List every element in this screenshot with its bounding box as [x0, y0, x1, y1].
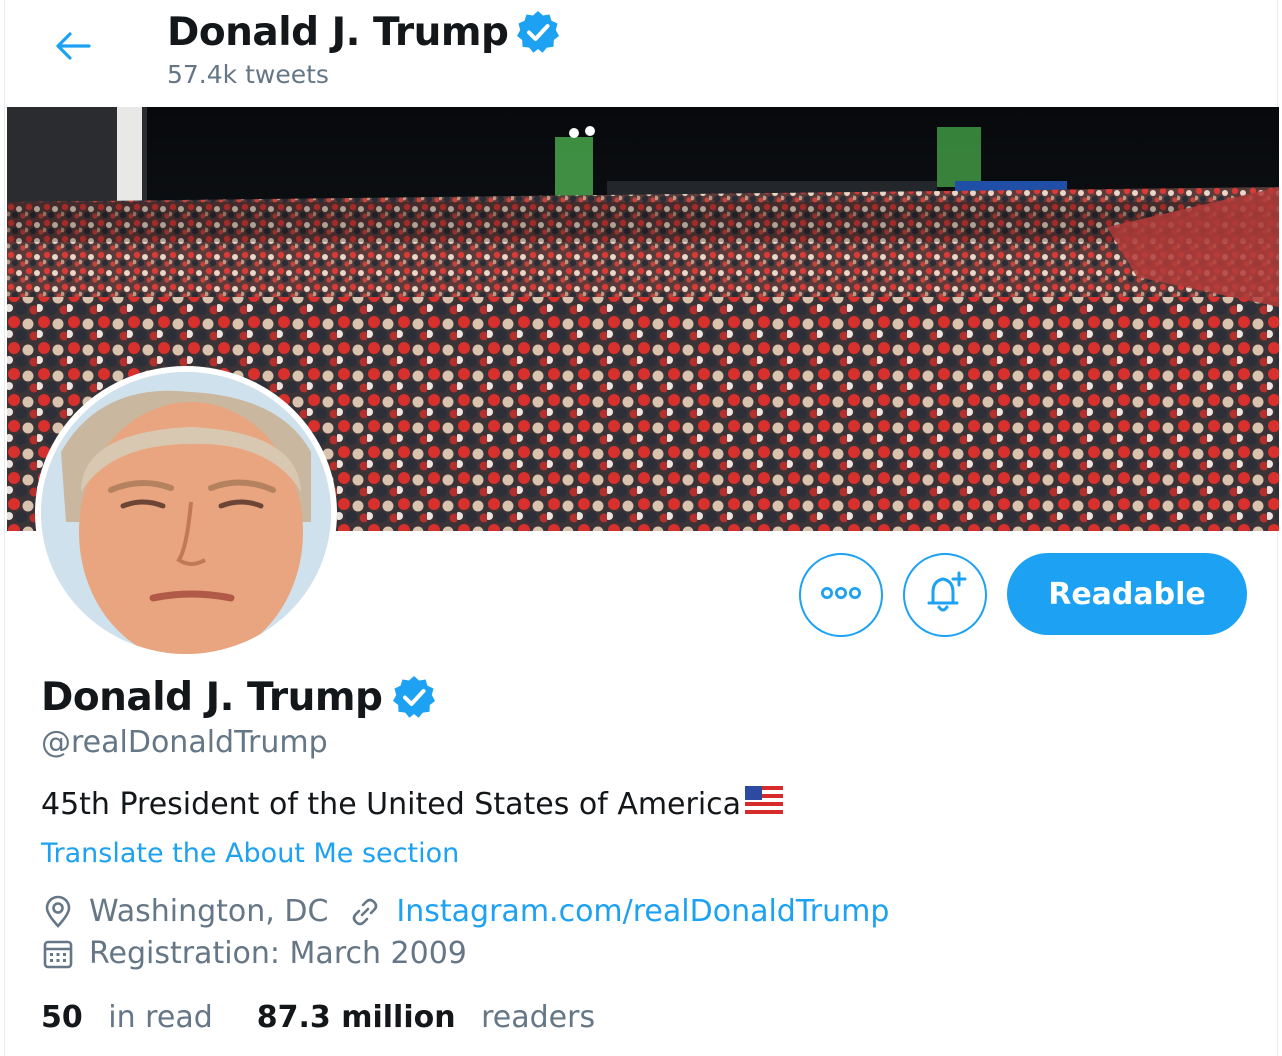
website-item[interactable]: Instagram.com/realDonaldTrump: [348, 894, 889, 929]
location-pin-icon: [41, 895, 75, 929]
follow-button[interactable]: Readable: [1007, 553, 1247, 635]
verified-badge-icon: [514, 8, 562, 56]
translate-bio-link[interactable]: Translate the About Me section: [41, 838, 459, 869]
us-flag-emoji: [745, 786, 784, 822]
header-title: Donald J. Trump: [167, 9, 509, 55]
profile-name: Donald J. Trump: [41, 674, 383, 720]
profile-avatar[interactable]: [35, 366, 337, 660]
header-title-row: Donald J. Trump: [167, 8, 562, 56]
arrow-left-icon: [54, 31, 92, 65]
profile-handle: @realDonaldTrump: [41, 725, 328, 760]
following-stat[interactable]: 50 in read: [41, 1000, 213, 1035]
verified-badge-icon: [390, 673, 438, 721]
profile-joined-row: Registration: March 2009: [41, 936, 487, 971]
more-horizontal-icon: [819, 585, 863, 605]
notifications-button[interactable]: [903, 553, 987, 637]
profile-bio: 45th President of the United States of A…: [41, 786, 784, 822]
following-count: 50: [41, 1000, 83, 1035]
bell-plus-icon: [921, 569, 969, 621]
more-button[interactable]: [799, 553, 883, 637]
profile-header: Donald J. Trump 57.4k tweets: [5, 0, 1277, 107]
bio-text: 45th President of the United States of A…: [41, 786, 742, 822]
tweet-count: 57.4k tweets: [167, 60, 329, 89]
profile-stats: 50 in read 87.3 million readers: [41, 1000, 639, 1035]
followers-stat[interactable]: 87.3 million readers: [257, 1000, 595, 1035]
following-label: in read: [108, 1000, 213, 1035]
profile-meta-row: Washington, DC Instagram.com/realDonaldT…: [41, 894, 909, 929]
avatar-image: [41, 372, 331, 654]
location-text: Washington, DC: [89, 894, 329, 929]
joined-text: Registration: March 2009: [89, 936, 467, 971]
profile-page: Donald J. Trump 57.4k tweets Readable Do…: [4, 0, 1279, 1056]
website-link[interactable]: Instagram.com/realDonaldTrump: [396, 894, 889, 929]
calendar-icon: [41, 937, 75, 971]
back-button[interactable]: [51, 28, 95, 68]
profile-name-row: Donald J. Trump: [41, 673, 438, 721]
location-item: Washington, DC: [41, 894, 328, 929]
followers-label: readers: [481, 1000, 596, 1035]
joined-item: Registration: March 2009: [41, 936, 467, 971]
followers-count: 87.3 million: [256, 1000, 456, 1035]
link-icon: [348, 895, 382, 929]
